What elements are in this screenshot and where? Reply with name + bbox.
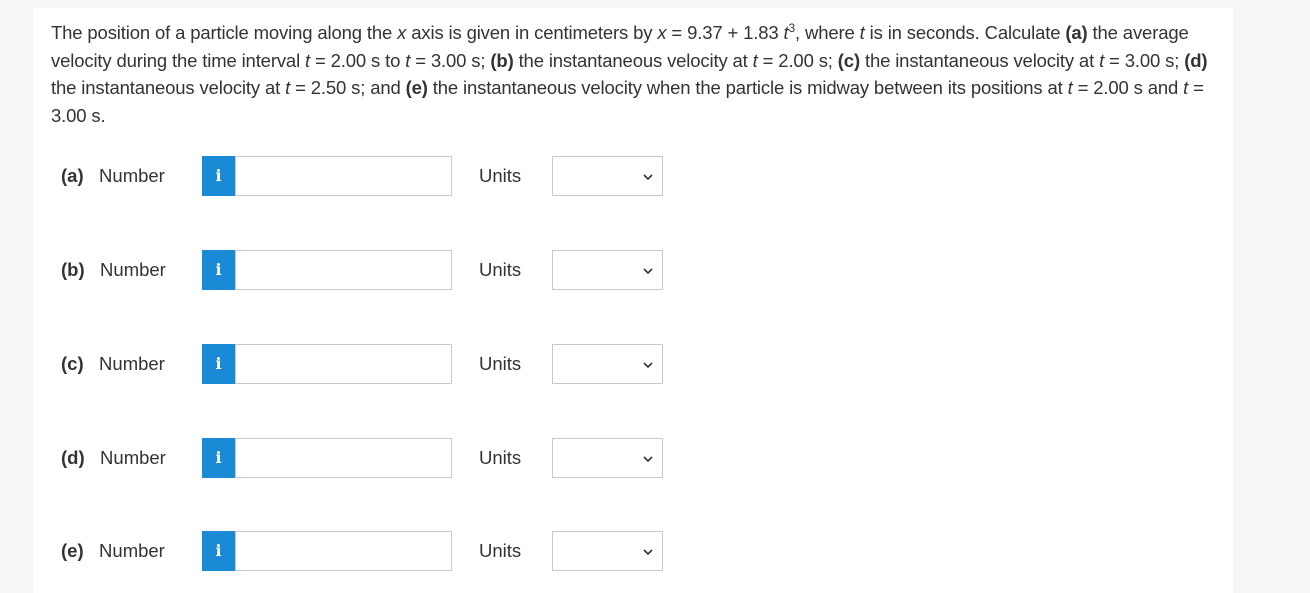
- answer-row-d: (d) Number i Units: [0, 437, 700, 479]
- units-label: Units: [479, 540, 522, 561]
- units-select-a[interactable]: [552, 156, 663, 196]
- number-input-e[interactable]: [235, 531, 452, 571]
- part-label: (d) Number: [61, 447, 166, 468]
- number-input-c[interactable]: [235, 344, 452, 384]
- answer-row-b: (b) Number i Units: [0, 249, 700, 291]
- chevron-down-icon: [643, 362, 653, 369]
- units-label: Units: [479, 259, 522, 280]
- answer-row-c: (c) Number i Units: [0, 343, 700, 385]
- chevron-down-icon: [643, 549, 653, 556]
- info-icon[interactable]: i: [202, 156, 235, 196]
- chevron-down-icon: [643, 456, 653, 463]
- units-select-b[interactable]: [552, 250, 663, 290]
- units-select-e[interactable]: [552, 531, 663, 571]
- part-label: (a) Number: [61, 165, 165, 186]
- part-label: (c) Number: [61, 353, 165, 374]
- units-select-c[interactable]: [552, 344, 663, 384]
- units-label: Units: [479, 447, 522, 468]
- info-icon[interactable]: i: [202, 438, 235, 478]
- info-icon[interactable]: i: [202, 344, 235, 384]
- chevron-down-icon: [643, 268, 653, 275]
- answer-row-e: (e) Number i Units: [0, 530, 700, 572]
- units-select-d[interactable]: [552, 438, 663, 478]
- part-label: (e) Number: [61, 540, 165, 561]
- number-input-a[interactable]: [235, 156, 452, 196]
- question-text: The position of a particle moving along …: [51, 20, 1208, 126]
- number-input-b[interactable]: [235, 250, 452, 290]
- answer-row-a: (a) Number i Units: [0, 155, 700, 197]
- units-label: Units: [479, 165, 522, 186]
- info-icon[interactable]: i: [202, 531, 235, 571]
- part-label: (b) Number: [61, 259, 166, 280]
- info-icon[interactable]: i: [202, 250, 235, 290]
- number-input-d[interactable]: [235, 438, 452, 478]
- units-label: Units: [479, 353, 522, 374]
- chevron-down-icon: [643, 174, 653, 181]
